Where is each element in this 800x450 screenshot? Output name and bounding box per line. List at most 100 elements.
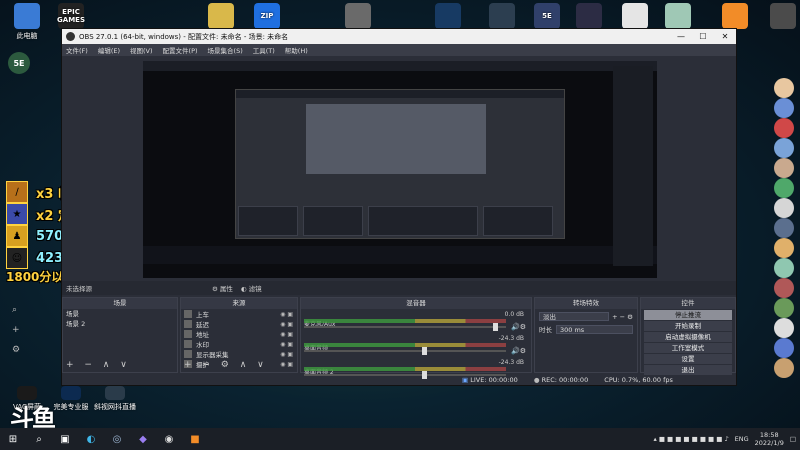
eye-lock-icon[interactable]: ◉ ▣ [280,361,293,368]
scene-item[interactable]: 场景 2 [63,319,177,329]
eye-lock-icon[interactable]: ◉ ▣ [280,311,293,318]
tray-icons[interactable]: ▴ ■ ■ ■ ■ ■ ■ ■ ■ ♪ [653,435,728,443]
avatar[interactable] [774,178,794,198]
desktop-icon[interactable] [760,3,800,31]
avatar[interactable] [774,218,794,238]
speaker-gear-icon[interactable]: 🔊⚙ [511,323,526,331]
search-icon[interactable]: ⌕ [26,428,52,450]
avatar[interactable] [774,138,794,158]
menu-file[interactable]: 文件(F) [66,45,88,55]
desktop-icon-perfect[interactable]: 完美专业服 [48,386,94,412]
menu-tools[interactable]: 工具(T) [253,45,275,55]
eye-lock-icon[interactable]: ◉ ▣ [280,321,293,328]
desktop-icon[interactable] [655,3,701,31]
avatar[interactable] [774,238,794,258]
add-side-icon[interactable]: + [12,325,20,335]
desktop-icon[interactable] [612,3,658,31]
source-item[interactable]: 显示器采集 ◉ ▣ [181,349,297,359]
transition-type-select[interactable]: 淡出 [539,312,610,321]
virtual-camera-button[interactable]: 启动虚拟摄像机 [644,332,732,342]
menu-view[interactable]: 视图(V) [130,45,153,55]
clock[interactable]: 18:58 2022/1/9 [755,431,784,447]
avatar[interactable] [774,118,794,138]
volume-slider[interactable] [304,347,506,355]
obs-statusbar: ▣ LIVE: 00:00:00 ● REC: 00:00:00 CPU: 0.… [462,376,673,384]
desktop-icon[interactable]: 此电脑 [4,3,50,41]
notification-icon[interactable]: □ [790,435,796,443]
edge-icon[interactable]: ◐ [78,428,104,450]
avatar[interactable] [774,198,794,218]
menu-profile[interactable]: 配置文件(P) [163,45,198,55]
source-item[interactable]: 地址 ◉ ▣ [181,329,297,339]
source-item[interactable]: 延迟 ◉ ▣ [181,319,297,329]
obs-titlebar[interactable]: OBS 27.0.1 (64-bit, windows) - 配置文件: 未命名… [62,29,736,44]
obs-taskbar-icon[interactable]: ◉ [156,428,182,450]
close-button[interactable]: ✕ [714,32,736,41]
desktop-icon[interactable] [425,3,471,31]
volume-slider[interactable] [304,323,506,331]
avatar[interactable] [774,278,794,298]
duration-input[interactable]: 300 ms [556,324,633,334]
settings-side-icon[interactable]: ⚙ [12,345,20,355]
slider-knob[interactable] [492,323,498,331]
avatar[interactable] [774,298,794,318]
menu-help[interactable]: 帮助(H) [285,45,308,55]
source-toolbar[interactable]: + − ⚙ ∧ ∨ [184,360,268,370]
avatar[interactable] [774,158,794,178]
exit-button[interactable]: 退出 [644,365,732,375]
desktop-icon[interactable]: EPIC GAMES [48,3,94,31]
desktop-icon[interactable] [566,3,612,31]
avatar[interactable] [774,338,794,358]
stop-streaming-button[interactable]: 停止推流 [644,310,732,320]
windows-start-icon[interactable]: ⊞ [0,428,26,450]
properties-button[interactable]: ⚙ 属性 [212,283,233,293]
studio-mode-button[interactable]: 工作室模式 [644,343,732,353]
add-remove-gear-icon[interactable]: + − ⚙ [612,313,633,321]
task-view-icon[interactable]: ▣ [52,428,78,450]
settings-button[interactable]: 设置 [644,354,732,364]
avatar[interactable] [774,258,794,278]
avatar[interactable] [774,358,794,378]
eye-lock-icon[interactable]: ◉ ▣ [280,331,293,338]
5e-side-icon[interactable]: 5E [8,52,30,74]
maximize-button[interactable]: ☐ [692,32,714,41]
avatar[interactable] [774,98,794,118]
search-side-icon[interactable]: ⌕ [12,305,17,315]
desktop-icon[interactable] [335,3,381,31]
image-source-icon [184,340,192,348]
desktop-icon[interactable]: 5E [524,3,570,31]
scenes-header: 场景 [63,298,177,309]
filters-button[interactable]: ◐ 滤镜 [241,283,262,293]
live-time: LIVE: 00:00:00 [470,376,518,384]
orange-taskbar-icon[interactable]: ■ [182,428,208,450]
desktop-icon[interactable] [712,3,758,31]
steam-taskbar-icon[interactable]: ◎ [104,428,130,450]
avatar[interactable] [774,318,794,338]
menu-edit[interactable]: 编辑(E) [98,45,120,55]
kook-icon [576,3,602,29]
start-recording-button[interactable]: 开始录制 [644,321,732,331]
speaker-gear-icon[interactable]: 🔊⚙ [511,347,526,355]
desktop-icon[interactable] [198,3,244,31]
scene-item[interactable]: 场景 [63,309,177,319]
slider-knob[interactable] [422,347,428,355]
monitor-app-icon [105,386,125,400]
eye-lock-icon[interactable]: ◉ ▣ [280,341,293,348]
scene-toolbar[interactable]: + − ∧ ∨ [66,360,131,370]
slider-knob[interactable] [422,371,428,379]
desktop-icon[interactable]: ZIP [244,3,290,31]
menu-scene-collection[interactable]: 场景集合(S) [208,45,243,55]
source-item[interactable]: 水印 ◉ ▣ [181,339,297,349]
controls-header: 控件 [641,298,735,309]
source-item[interactable]: 上车 ◉ ▣ [181,309,297,319]
eye-lock-icon[interactable]: ◉ ▣ [280,351,293,358]
avatar[interactable] [774,78,794,98]
obs-preview[interactable] [143,61,657,278]
desktop-icon[interactable] [479,3,525,31]
desktop-icon-monitor[interactable]: 斜视网抖直播 [92,386,138,412]
qq-icon: ☺ [6,247,28,269]
5e-taskbar-icon[interactable]: ◆ [130,428,156,450]
obs-window: OBS 27.0.1 (64-bit, windows) - 配置文件: 未命名… [61,28,737,386]
language-indicator[interactable]: ENG [735,435,749,443]
minimize-button[interactable]: — [670,32,692,41]
